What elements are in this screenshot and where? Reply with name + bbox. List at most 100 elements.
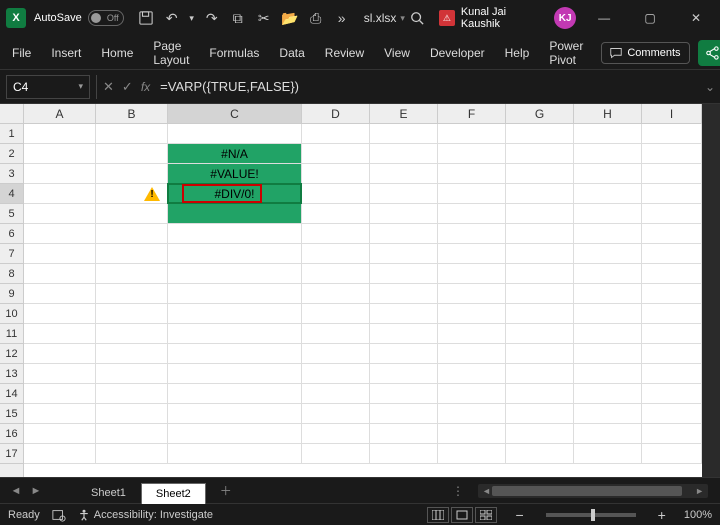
cell-B12[interactable] (96, 344, 168, 364)
user-account[interactable]: ⚠ Kunal Jai Kaushik KJ (439, 6, 576, 30)
cell-I15[interactable] (642, 404, 702, 424)
cell-D16[interactable] (302, 424, 370, 444)
row-header-17[interactable]: 17 (0, 444, 23, 464)
cell-F6[interactable] (438, 224, 506, 244)
row-header-4[interactable]: 4 (0, 184, 23, 204)
cell-I13[interactable] (642, 364, 702, 384)
cell-A10[interactable] (24, 304, 96, 324)
zoom-in-button[interactable]: + (652, 507, 672, 523)
cell-H6[interactable] (574, 224, 642, 244)
zoom-slider[interactable] (546, 513, 636, 517)
cell-B14[interactable] (96, 384, 168, 404)
cell-E7[interactable] (370, 244, 438, 264)
cell-A14[interactable] (24, 384, 96, 404)
maximize-button[interactable]: ▢ (632, 4, 668, 32)
cell-I11[interactable] (642, 324, 702, 344)
horizontal-scrollbar[interactable]: ◄ ► (478, 484, 708, 498)
col-header-C[interactable]: C (168, 104, 302, 123)
accessibility-status[interactable]: Accessibility: Investigate (78, 509, 213, 521)
cell-F7[interactable] (438, 244, 506, 264)
name-box[interactable]: C4 ▾ (6, 75, 90, 99)
cell-B17[interactable] (96, 444, 168, 464)
cell-I16[interactable] (642, 424, 702, 444)
cell-F13[interactable] (438, 364, 506, 384)
zoom-out-button[interactable]: − (509, 507, 529, 523)
cell-B7[interactable] (96, 244, 168, 264)
cell-C9[interactable] (168, 284, 302, 304)
cell-F17[interactable] (438, 444, 506, 464)
cell-A1[interactable] (24, 124, 96, 144)
cell-H1[interactable] (574, 124, 642, 144)
cell-I8[interactable] (642, 264, 702, 284)
cell-H17[interactable] (574, 444, 642, 464)
cell-D7[interactable] (302, 244, 370, 264)
cell-E5[interactable] (370, 204, 438, 224)
cell-G17[interactable] (506, 444, 574, 464)
row-header-9[interactable]: 9 (0, 284, 23, 304)
cell-B13[interactable] (96, 364, 168, 384)
cell-A3[interactable] (24, 164, 96, 184)
cell-E1[interactable] (370, 124, 438, 144)
cell-E4[interactable] (370, 184, 438, 204)
tab-home[interactable]: Home (99, 42, 135, 64)
cell-F4[interactable] (438, 184, 506, 204)
cell-B5[interactable] (96, 204, 168, 224)
close-button[interactable]: ✕ (678, 4, 714, 32)
cell-A5[interactable] (24, 204, 96, 224)
cell-B6[interactable] (96, 224, 168, 244)
cell-C12[interactable] (168, 344, 302, 364)
zoom-level[interactable]: 100% (684, 509, 712, 521)
cell-H7[interactable] (574, 244, 642, 264)
cell-G7[interactable] (506, 244, 574, 264)
cell-B9[interactable] (96, 284, 168, 304)
cell-I10[interactable] (642, 304, 702, 324)
cell-A15[interactable] (24, 404, 96, 424)
cell-B1[interactable] (96, 124, 168, 144)
cell-D1[interactable] (302, 124, 370, 144)
cell-D3[interactable] (302, 164, 370, 184)
sheet-nav-next[interactable]: ► (26, 485, 46, 497)
cell-E9[interactable] (370, 284, 438, 304)
cell-F9[interactable] (438, 284, 506, 304)
add-sheet-button[interactable]: ＋ (214, 482, 238, 499)
cell-A2[interactable] (24, 144, 96, 164)
cell-E3[interactable] (370, 164, 438, 184)
cell-I2[interactable] (642, 144, 702, 164)
cell-I5[interactable] (642, 204, 702, 224)
search-icon[interactable] (405, 6, 429, 30)
tab-review[interactable]: Review (323, 42, 366, 64)
select-all-corner[interactable] (0, 104, 24, 124)
cell-C7[interactable] (168, 244, 302, 264)
cell-C17[interactable] (168, 444, 302, 464)
cell-A7[interactable] (24, 244, 96, 264)
cell-I9[interactable] (642, 284, 702, 304)
cell-I4[interactable] (642, 184, 702, 204)
cell-G1[interactable] (506, 124, 574, 144)
cut-icon[interactable]: ✂ (252, 6, 276, 30)
cell-G3[interactable] (506, 164, 574, 184)
minimize-button[interactable]: ― (586, 4, 622, 32)
cell-C11[interactable] (168, 324, 302, 344)
cell-C5[interactable] (168, 204, 302, 224)
cell-I6[interactable] (642, 224, 702, 244)
copy-icon[interactable]: ⧉ (226, 6, 250, 30)
autosave-toggle[interactable]: Off (88, 10, 124, 26)
cell-C8[interactable] (168, 264, 302, 284)
scroll-left-icon[interactable]: ◄ (482, 486, 491, 496)
cell-B4[interactable] (96, 184, 168, 204)
cell-G2[interactable] (506, 144, 574, 164)
cell-I17[interactable] (642, 444, 702, 464)
cell-G11[interactable] (506, 324, 574, 344)
cell-E16[interactable] (370, 424, 438, 444)
cell-A13[interactable] (24, 364, 96, 384)
cell-D13[interactable] (302, 364, 370, 384)
cell-F2[interactable] (438, 144, 506, 164)
cell-C10[interactable] (168, 304, 302, 324)
tab-page-layout[interactable]: Page Layout (151, 35, 191, 71)
cell-D14[interactable] (302, 384, 370, 404)
cell-B16[interactable] (96, 424, 168, 444)
cell-A12[interactable] (24, 344, 96, 364)
formula-input[interactable]: =VARP({TRUE,FALSE}) (160, 75, 700, 99)
cell-I1[interactable] (642, 124, 702, 144)
tab-power-pivot[interactable]: Power Pivot (547, 35, 585, 71)
